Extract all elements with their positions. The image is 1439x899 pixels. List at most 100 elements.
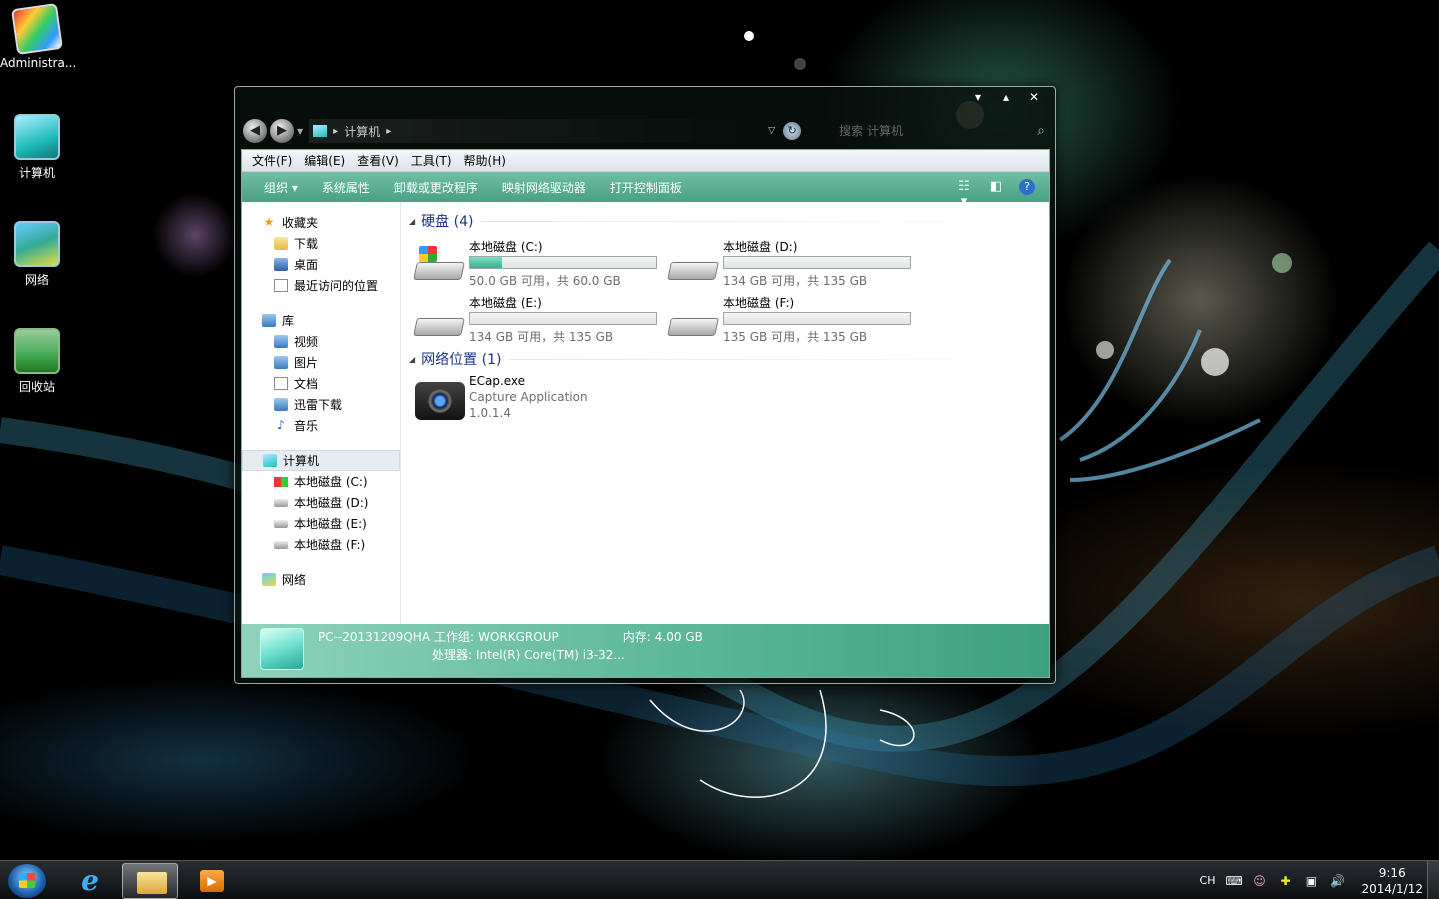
menu-tools[interactable]: 工具(T) (405, 152, 458, 169)
collapse-arrow-icon[interactable]: ◢ (409, 217, 415, 226)
clock[interactable]: 9:16 2014/1/12 (1361, 865, 1423, 897)
address-separator-icon[interactable]: ▸ (333, 126, 338, 137)
nav-documents[interactable]: 文档 (242, 373, 400, 394)
explorer-folder-icon (137, 872, 167, 894)
nav-videos[interactable]: 视频 (242, 331, 400, 352)
nav-group-computer: 计算机 本地磁盘 (C:) 本地磁盘 (D:) 本地磁盘 (E:) 本地磁盘 (… (242, 450, 400, 555)
group-header-network-locations[interactable]: ◢ 网络位置 (1) (409, 348, 1049, 370)
search-icon[interactable]: ⌕ (1037, 123, 1045, 139)
drive-space-info: 50.0 GB 可用，共 60.0 GB (469, 274, 621, 288)
language-indicator[interactable]: CH (1200, 874, 1216, 887)
nav-network[interactable]: 网络 (242, 569, 400, 590)
address-dropdown-icon[interactable]: ▽ (768, 126, 775, 136)
group-header-hard-disks[interactable]: ◢ 硬盘 (4) (409, 210, 1049, 232)
start-button[interactable] (8, 864, 46, 898)
desktop-icon-computer[interactable]: 计算机 (0, 114, 74, 181)
open-control-panel-button[interactable]: 打开控制面板 (598, 179, 694, 196)
menu-view[interactable]: 查看(V) (351, 152, 405, 169)
desktop-icon-administrator[interactable]: Administra... (0, 3, 76, 70)
computer-icon (260, 628, 304, 670)
nav-group-favorites: ★ 收藏夹 下载 桌面 最近访问的位置 (242, 212, 400, 296)
search-input[interactable]: 搜索 计算机 (809, 120, 1029, 142)
map-network-drive-button[interactable]: 映射网络驱动器 (490, 179, 598, 196)
desktop-icon-recycle-bin[interactable]: 回收站 (0, 328, 74, 395)
menu-file[interactable]: 文件(F) (246, 152, 298, 169)
recent-places-icon (274, 279, 288, 292)
nav-pictures[interactable]: 图片 (242, 352, 400, 373)
nav-drive-e[interactable]: 本地磁盘 (E:) (242, 513, 400, 534)
security-icon[interactable]: ✚ (1277, 873, 1293, 889)
nav-drive-c[interactable]: 本地磁盘 (C:) (242, 471, 400, 492)
memory-value: 4.00 GB (654, 630, 703, 644)
uninstall-program-button[interactable]: 卸载或更改程序 (382, 179, 490, 196)
keyboard-icon[interactable]: ⌨ (1225, 873, 1242, 889)
drive-tile-e[interactable]: 本地磁盘 (E:) 134 GB 可用，共 135 GB (413, 292, 669, 344)
taskbar-internet-explorer[interactable]: e (60, 863, 116, 899)
close-button[interactable]: ✕ (1023, 89, 1045, 105)
system-tray: CH ⌨ ☺ ✚ ▣ 🔊 9:16 2014/1/12 (1200, 861, 1423, 899)
menu-help[interactable]: 帮助(H) (458, 152, 512, 169)
nav-desktop[interactable]: 桌面 (242, 254, 400, 275)
nav-libraries[interactable]: 库 (242, 310, 400, 331)
taskbar-media-player[interactable]: ▶ (182, 863, 238, 899)
menu-edit[interactable]: 编辑(E) (298, 152, 351, 169)
minimize-button[interactable]: ▾ (967, 89, 989, 105)
nav-drive-d[interactable]: 本地磁盘 (D:) (242, 492, 400, 513)
drive-tile-d[interactable]: 本地磁盘 (D:) 134 GB 可用，共 135 GB (667, 236, 923, 288)
desktop-folder-icon (274, 258, 288, 271)
nav-label: 迅雷下载 (294, 398, 343, 412)
volume-icon[interactable]: 🔊 (1329, 873, 1345, 889)
back-button[interactable]: ◀ (243, 119, 267, 143)
nav-downloads[interactable]: 下载 (242, 233, 400, 254)
users-icon[interactable]: ☺ (1251, 873, 1267, 889)
help-icon[interactable]: ? (1019, 179, 1035, 195)
show-desktop-button[interactable] (1427, 861, 1439, 899)
network-item-ecap[interactable]: ECap.exe Capture Application 1.0.1.4 (415, 374, 1049, 422)
nav-computer[interactable]: 计算机 (242, 450, 400, 471)
nav-label: 下载 (294, 237, 319, 251)
hard-drive-icon (667, 304, 719, 340)
computer-icon (313, 125, 328, 137)
clock-time: 9:16 (1378, 865, 1406, 880)
explorer-client: 文件(F) 编辑(E) 查看(V) 工具(T) 帮助(H) 组织 ▾ 系统属性 … (241, 149, 1050, 678)
breadcrumb-computer[interactable]: 计算机 (344, 123, 380, 140)
nav-label: 最近访问的位置 (294, 279, 379, 293)
maximize-button[interactable]: ▴ (995, 89, 1017, 105)
item-name: ECap.exe (469, 374, 526, 388)
address-separator-icon[interactable]: ▸ (386, 126, 391, 137)
nav-label: 本地磁盘 (C:) (294, 475, 368, 489)
hard-drive-icon (413, 304, 465, 340)
change-view-icon[interactable]: ☷ ▾ (955, 179, 973, 209)
desktop-icon-label: 计算机 (18, 166, 55, 180)
preview-pane-icon[interactable]: ◧ (987, 179, 1005, 195)
group-title: 硬盘 (4) (421, 214, 474, 230)
collapse-arrow-icon[interactable]: ◢ (409, 355, 415, 364)
download-library-icon (274, 398, 288, 411)
network-tray-icon[interactable]: ▣ (1303, 873, 1319, 889)
nav-label: 网络 (282, 573, 307, 587)
document-library-icon (274, 377, 288, 390)
desktop-icon-network[interactable]: 网络 (0, 221, 74, 288)
taskbar-windows-explorer[interactable] (122, 863, 178, 899)
organize-button[interactable]: 组织 ▾ (252, 179, 310, 196)
system-properties-button[interactable]: 系统属性 (310, 179, 382, 196)
nav-label: 视频 (294, 335, 319, 349)
download-folder-icon (274, 237, 288, 250)
drive-usage-bar (723, 256, 911, 269)
recent-pages-dropdown-icon[interactable]: ▼ (297, 127, 303, 136)
forward-button[interactable]: ▶ (270, 119, 294, 143)
nav-music[interactable]: ♪ 音乐 (242, 415, 400, 436)
nav-label: 音乐 (294, 419, 319, 433)
nav-drive-f[interactable]: 本地磁盘 (F:) (242, 534, 400, 555)
nav-group-network: 网络 (242, 569, 400, 590)
drive-tile-c[interactable]: 本地磁盘 (C:) 50.0 GB 可用，共 60.0 GB (413, 236, 669, 288)
drive-tile-f[interactable]: 本地磁盘 (F:) 135 GB 可用，共 135 GB (667, 292, 923, 344)
nav-xunlei-downloads[interactable]: 迅雷下载 (242, 394, 400, 415)
nav-recent-places[interactable]: 最近访问的位置 (242, 275, 400, 296)
nav-label: 库 (282, 314, 295, 328)
address-bar[interactable]: ▸ 计算机 ▸ (309, 119, 750, 143)
refresh-icon[interactable]: ↻ (783, 122, 802, 140)
nav-favorites[interactable]: ★ 收藏夹 (242, 212, 400, 233)
network-icon (262, 573, 276, 586)
computer-name: PC--20131209QHA (318, 630, 431, 644)
